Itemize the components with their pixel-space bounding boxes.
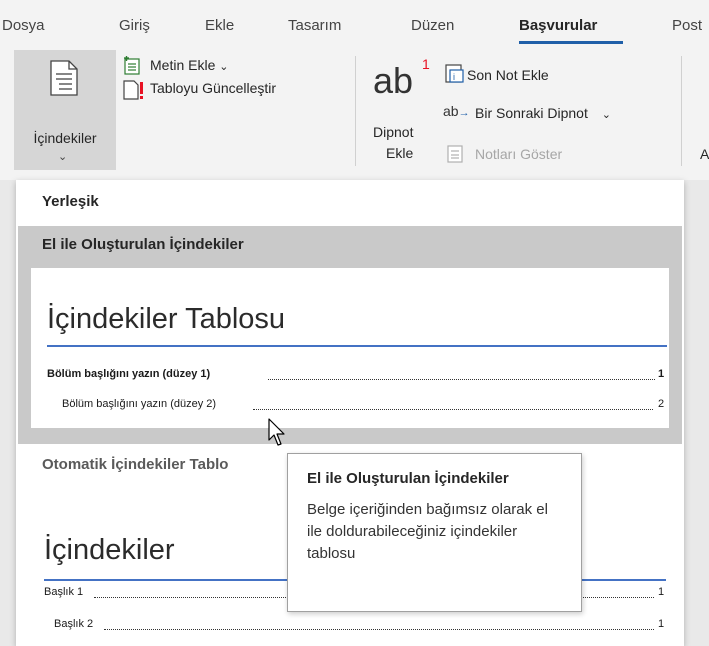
update-table-button[interactable]: Tabloyu Güncelleştir bbox=[150, 80, 276, 96]
toc-page-number: 1 bbox=[658, 586, 665, 598]
next-footnote-icon: ab→ bbox=[443, 103, 470, 119]
group-divider bbox=[681, 56, 682, 166]
ribbon-tab-bar: Dosya Giriş Ekle Tasarım Düzen Başvurula… bbox=[0, 0, 709, 46]
heading-rule bbox=[47, 345, 667, 347]
insert-footnote-label-1: Dipnot bbox=[373, 124, 414, 140]
tooltip: El ile Oluşturulan İçindekiler Belge içe… bbox=[287, 453, 582, 612]
tab-mailings[interactable]: Post bbox=[672, 17, 702, 34]
manual-toc-preview: İçindekiler Tablosu Bölüm başlığını yazı… bbox=[31, 268, 669, 428]
tab-layout[interactable]: Düzen bbox=[411, 17, 454, 34]
next-footnote-button[interactable]: Bir Sonraki Dipnot ⌄ bbox=[475, 105, 611, 121]
tab-design[interactable]: Tasarım bbox=[288, 17, 341, 34]
active-tab-indicator bbox=[519, 41, 623, 44]
tooltip-title: El ile Oluşturulan İçindekiler bbox=[307, 470, 509, 487]
partial-ribbon-label: A bbox=[700, 146, 709, 162]
tab-insert[interactable]: Ekle bbox=[205, 17, 234, 34]
footnote-icon: ab bbox=[373, 60, 414, 101]
add-text-button[interactable]: Metin Ekle ⌄ bbox=[150, 57, 228, 73]
toc-document-icon bbox=[50, 60, 78, 96]
svg-text:i: i bbox=[453, 72, 455, 82]
toc-button[interactable]: İçindekiler ⌄ bbox=[14, 50, 116, 170]
tab-file[interactable]: Dosya bbox=[2, 17, 45, 34]
tab-references[interactable]: Başvurular bbox=[519, 17, 597, 34]
manual-toc-title: El ile Oluşturulan İçindekiler bbox=[42, 236, 244, 253]
toc-leader-dots bbox=[253, 409, 653, 410]
chevron-down-icon: ⌄ bbox=[58, 151, 68, 163]
toc-button-label: İçindekiler bbox=[33, 130, 97, 146]
toc-leader-dots bbox=[268, 379, 655, 380]
toc-entry-level-2: Başlık 2 bbox=[54, 618, 94, 630]
insert-endnote-button[interactable]: Son Not Ekle bbox=[467, 67, 549, 83]
footnote-superscript: 1 bbox=[422, 56, 430, 72]
manual-toc-heading: İçindekiler Tablosu bbox=[47, 303, 286, 335]
manual-toc-option[interactable]: El ile Oluşturulan İçindekiler İçindekil… bbox=[18, 226, 682, 444]
insert-footnote-button[interactable]: ab 1 Dipnot Ekle bbox=[373, 52, 433, 172]
toc-entry-level-1: Bölüm başlığını yazın (düzey 1) bbox=[47, 368, 211, 380]
toc-entry-level-2: Bölüm başlığını yazın (düzey 2) bbox=[62, 398, 217, 410]
toc-entry-level-1: Başlık 1 bbox=[44, 586, 84, 598]
toc-page-number: 2 bbox=[658, 398, 665, 410]
update-table-icon bbox=[123, 80, 143, 100]
group-divider bbox=[355, 56, 356, 166]
chevron-down-icon: ⌄ bbox=[219, 61, 229, 73]
show-notes-icon bbox=[447, 145, 463, 163]
chevron-down-icon: ⌄ bbox=[601, 109, 611, 121]
toc-page-number: 1 bbox=[658, 618, 665, 630]
show-notes-button[interactable]: Notları Göster bbox=[475, 146, 562, 162]
gallery-section-builtin: Yerleşik bbox=[42, 193, 99, 210]
add-text-label: Metin Ekle bbox=[150, 57, 216, 73]
endnote-icon: i bbox=[445, 64, 464, 83]
insert-footnote-label-2: Ekle bbox=[386, 145, 414, 161]
add-text-icon bbox=[124, 56, 140, 75]
next-footnote-label: Bir Sonraki Dipnot bbox=[475, 105, 588, 121]
tab-home[interactable]: Giriş bbox=[119, 17, 150, 34]
auto-toc-heading: İçindekiler bbox=[44, 534, 175, 566]
toc-leader-dots bbox=[104, 629, 654, 630]
auto-toc-title: Otomatik İçindekiler Tablo bbox=[42, 456, 229, 473]
tooltip-body: Belge içeriğinden bağımsız olarak el ile… bbox=[307, 501, 548, 562]
mouse-pointer-icon bbox=[268, 418, 285, 446]
toc-page-number: 1 bbox=[658, 368, 665, 380]
